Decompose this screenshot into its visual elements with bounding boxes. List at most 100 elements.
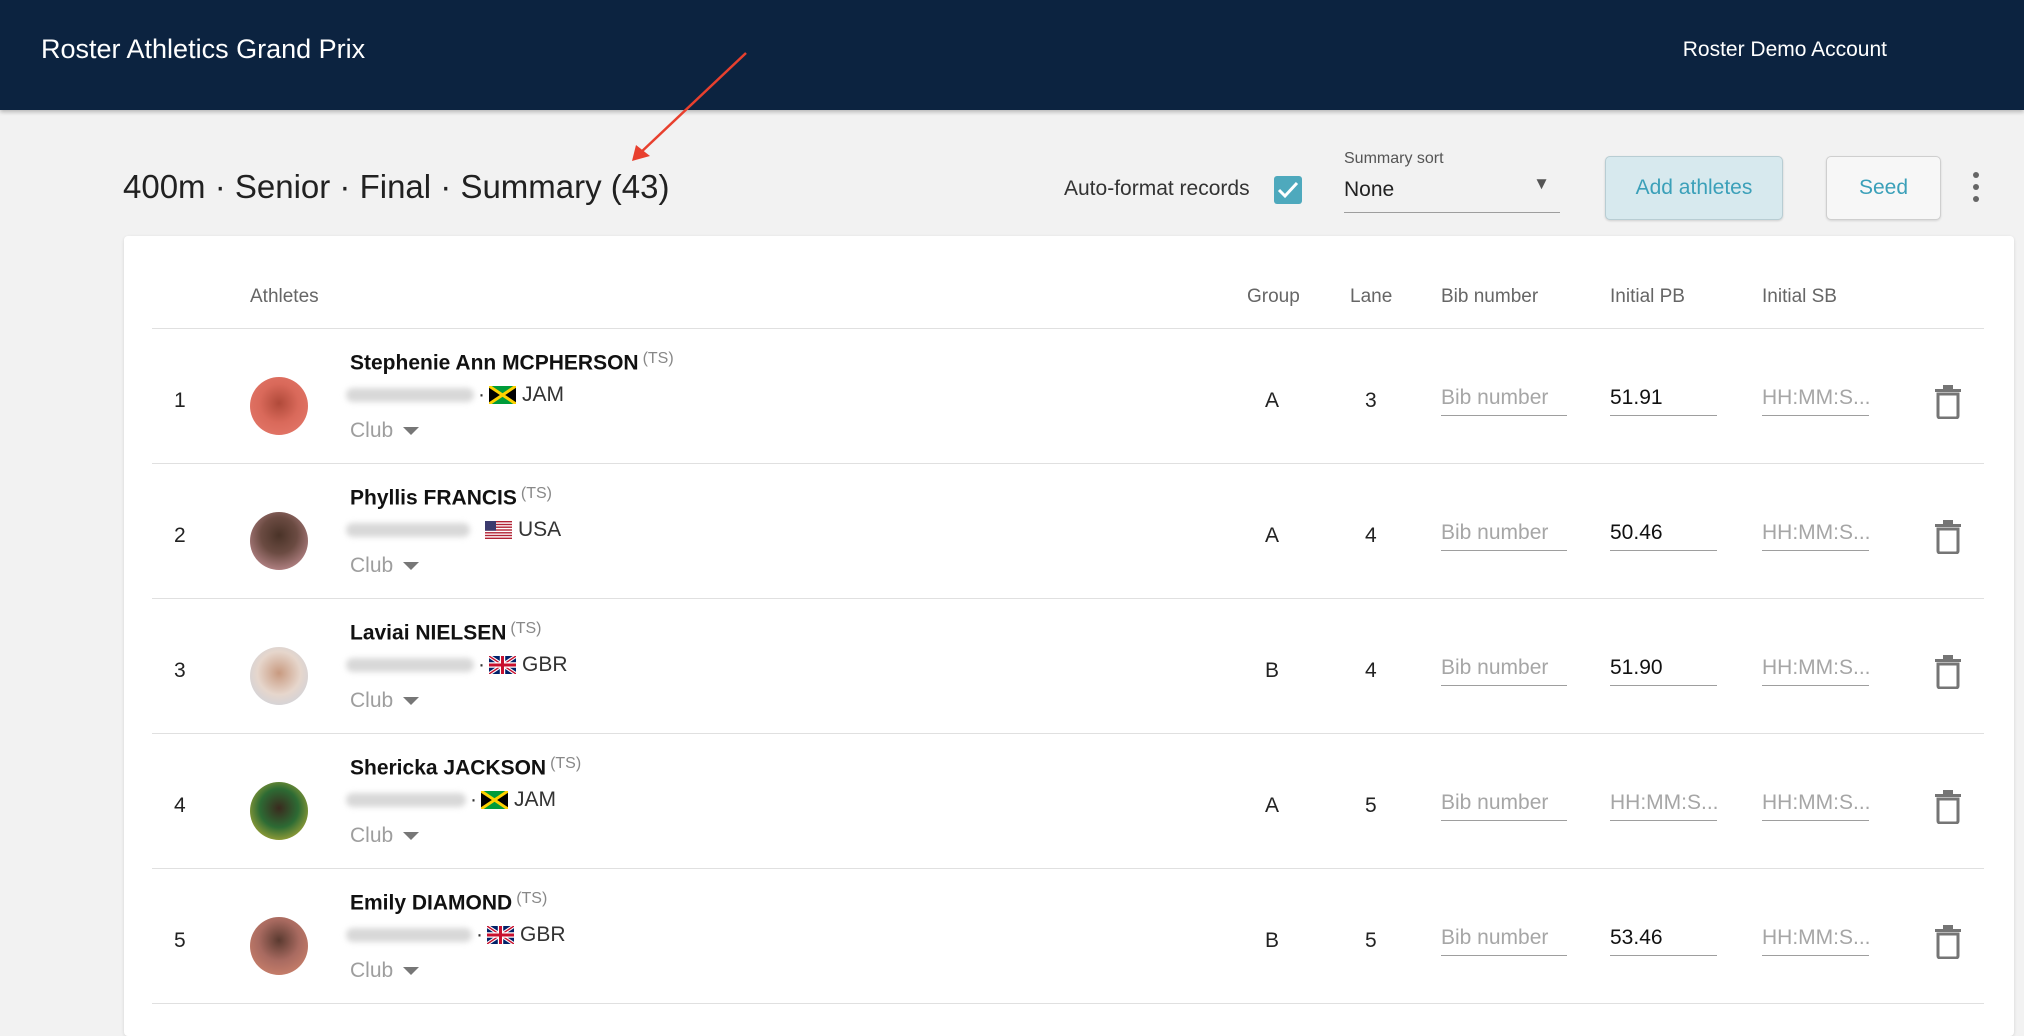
chevron-down-icon: ▼ bbox=[1533, 174, 1550, 193]
group-value: B bbox=[1265, 659, 1280, 682]
initial-sb-input[interactable]: HH:MM:S... bbox=[1762, 778, 1869, 821]
club-select[interactable]: Club bbox=[350, 824, 420, 848]
initial-pb-input[interactable]: 51.90 bbox=[1610, 643, 1717, 686]
avatar bbox=[250, 917, 308, 975]
athlete-name[interactable]: Emily DIAMOND bbox=[350, 891, 512, 914]
header-initial-pb: Initial PB bbox=[1610, 286, 1685, 307]
separator: · bbox=[476, 923, 483, 946]
initial-pb-input[interactable]: 53.46 bbox=[1610, 913, 1717, 956]
trash-icon[interactable] bbox=[1934, 790, 1962, 824]
jam-flag-icon bbox=[489, 386, 516, 404]
table-row[interactable]: 1 Stephenie Ann MCPHERSON (TS) · JAM Club … bbox=[0, 329, 2024, 464]
lane-value: 5 bbox=[1365, 929, 1377, 952]
bib-number-input[interactable]: Bib number bbox=[1441, 508, 1567, 551]
table-row[interactable]: 5 Emily DIAMOND (TS) · GBR Club B 5 Bib nu… bbox=[0, 869, 2024, 1004]
trash-icon[interactable] bbox=[1934, 655, 1962, 689]
athlete-name[interactable]: Laviai NIELSEN bbox=[350, 621, 506, 644]
chevron-down-icon bbox=[403, 967, 420, 976]
rank: 5 bbox=[174, 929, 186, 952]
app-header: Roster Athletics Grand Prix Roster Demo … bbox=[0, 0, 2024, 110]
lane-value: 5 bbox=[1365, 794, 1377, 817]
usa-flag-icon bbox=[485, 521, 512, 539]
table-row[interactable]: 3 Laviai NIELSEN (TS) · GBR Club B 4 Bib n… bbox=[0, 599, 2024, 734]
lane-value: 4 bbox=[1365, 524, 1377, 547]
chevron-down-icon bbox=[403, 427, 420, 436]
lane-value: 4 bbox=[1365, 659, 1377, 682]
club-label: Club bbox=[350, 419, 394, 442]
initial-sb-input[interactable]: HH:MM:S... bbox=[1762, 913, 1869, 956]
rank: 2 bbox=[174, 524, 186, 547]
gbr-flag-icon bbox=[487, 926, 514, 944]
club-select[interactable]: Club bbox=[350, 689, 420, 713]
redacted-field bbox=[346, 793, 466, 807]
chevron-down-icon bbox=[403, 562, 420, 571]
separator: · bbox=[478, 653, 485, 676]
athlete-name[interactable]: Shericka JACKSON bbox=[350, 756, 546, 779]
avatar bbox=[250, 512, 308, 570]
page-title: 400m · Senior · Final · Summary (43) bbox=[123, 168, 670, 205]
header-initial-sb: Initial SB bbox=[1762, 286, 1837, 307]
initial-sb-input[interactable]: HH:MM:S... bbox=[1762, 508, 1869, 551]
initial-pb-input[interactable]: 51.91 bbox=[1610, 373, 1717, 416]
trash-icon[interactable] bbox=[1934, 520, 1962, 554]
bib-number-input[interactable]: Bib number bbox=[1441, 778, 1567, 821]
trash-icon[interactable] bbox=[1934, 385, 1962, 419]
redacted-field bbox=[346, 928, 472, 942]
more-vert-icon[interactable] bbox=[1966, 172, 1986, 206]
app-title[interactable]: Roster Athletics Grand Prix bbox=[41, 34, 365, 65]
separator: · bbox=[470, 788, 477, 811]
gbr-flag-icon bbox=[489, 656, 516, 674]
redacted-field bbox=[346, 388, 474, 402]
annotation-arrow-icon bbox=[632, 52, 747, 161]
club-select[interactable]: Club bbox=[350, 419, 420, 443]
header-athletes: Athletes bbox=[250, 286, 319, 307]
athlete-name[interactable]: Phyllis FRANCIS bbox=[350, 486, 517, 509]
initial-sb-input[interactable]: HH:MM:S... bbox=[1762, 643, 1869, 686]
bib-number-input[interactable]: Bib number bbox=[1441, 373, 1567, 416]
ts-tag: (TS) bbox=[642, 350, 674, 367]
trash-icon[interactable] bbox=[1934, 925, 1962, 959]
avatar bbox=[250, 647, 308, 705]
lane-value: 3 bbox=[1365, 389, 1377, 412]
summary-sort-label: Summary sort bbox=[1344, 150, 1444, 167]
separator: · bbox=[478, 383, 485, 406]
avatar bbox=[250, 377, 308, 435]
account-menu[interactable]: Roster Demo Account bbox=[1683, 38, 1887, 62]
initial-pb-input[interactable]: HH:MM:S... bbox=[1610, 778, 1717, 821]
group-value: A bbox=[1265, 794, 1280, 817]
header-bib: Bib number bbox=[1441, 286, 1539, 307]
club-select[interactable]: Club bbox=[350, 959, 420, 983]
club-label: Club bbox=[350, 824, 394, 847]
club-label: Club bbox=[350, 689, 394, 712]
jam-flag-icon bbox=[481, 791, 508, 809]
rank: 1 bbox=[174, 389, 186, 412]
bib-number-input[interactable]: Bib number bbox=[1441, 643, 1567, 686]
summary-sort-value: None bbox=[1344, 178, 1395, 201]
club-label: Club bbox=[350, 959, 394, 982]
chevron-down-icon bbox=[403, 832, 420, 841]
add-athletes-button[interactable]: Add athletes bbox=[1605, 156, 1783, 220]
header-lane: Lane bbox=[1350, 286, 1393, 307]
club-select[interactable]: Club bbox=[350, 554, 420, 578]
country-code: GBR bbox=[520, 923, 566, 946]
table-row[interactable]: 2 Phyllis FRANCIS(TS) ·USA Club A 4 Bib … bbox=[0, 464, 2024, 599]
summary-sort-select[interactable]: None ▼ bbox=[1344, 172, 1560, 213]
autoformat-checkbox[interactable] bbox=[1274, 176, 1302, 204]
initial-sb-input[interactable]: HH:MM:S... bbox=[1762, 373, 1869, 416]
athlete-name[interactable]: Stephenie Ann MCPHERSON bbox=[350, 351, 639, 374]
group-value: A bbox=[1265, 389, 1280, 412]
bib-number-input[interactable]: Bib number bbox=[1441, 913, 1567, 956]
autoformat-label: Auto-format records bbox=[1064, 177, 1250, 200]
check-icon bbox=[1277, 181, 1299, 199]
club-label: Club bbox=[350, 554, 394, 577]
table-row[interactable]: 4 Shericka JACKSON (TS) · JAM Club A 5 Bib… bbox=[0, 734, 2024, 869]
initial-pb-input[interactable]: 50.46 bbox=[1610, 508, 1717, 551]
country-code: GBR bbox=[522, 653, 568, 676]
ts-tag: (TS) bbox=[550, 755, 582, 772]
redacted-field bbox=[346, 523, 470, 537]
chevron-down-icon bbox=[403, 697, 420, 706]
ts-tag: (TS) bbox=[520, 485, 552, 502]
header-group: Group bbox=[1247, 286, 1300, 307]
avatar bbox=[250, 782, 308, 840]
seed-button[interactable]: Seed bbox=[1826, 156, 1941, 220]
